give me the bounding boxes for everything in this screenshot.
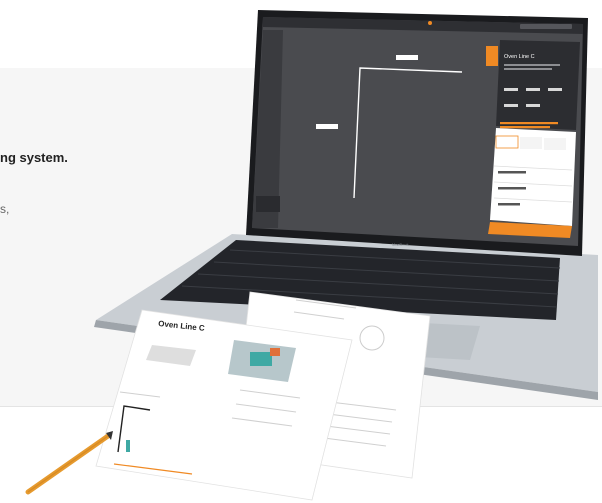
device-title: Oven Line C [504, 54, 535, 60]
laptop-brand: MacBook [392, 242, 409, 247]
option-chip-1[interactable] [495, 135, 519, 149]
laptop-lid: Oven Line C [246, 10, 588, 256]
option-chip-3[interactable] [544, 138, 566, 150]
topbar-button[interactable] [520, 24, 572, 29]
dimension-label-top [396, 55, 418, 60]
layers-panel [256, 196, 280, 212]
notification-dot-icon[interactable] [428, 21, 432, 25]
product-illustration: Oven Line C MacBook Oven Line C [25, 10, 598, 501]
spec-sheet-front: Oven Line C [95, 309, 353, 501]
accent-tab[interactable] [486, 46, 498, 66]
option-chip-2[interactable] [520, 137, 542, 149]
dimension-label-left [316, 124, 338, 129]
